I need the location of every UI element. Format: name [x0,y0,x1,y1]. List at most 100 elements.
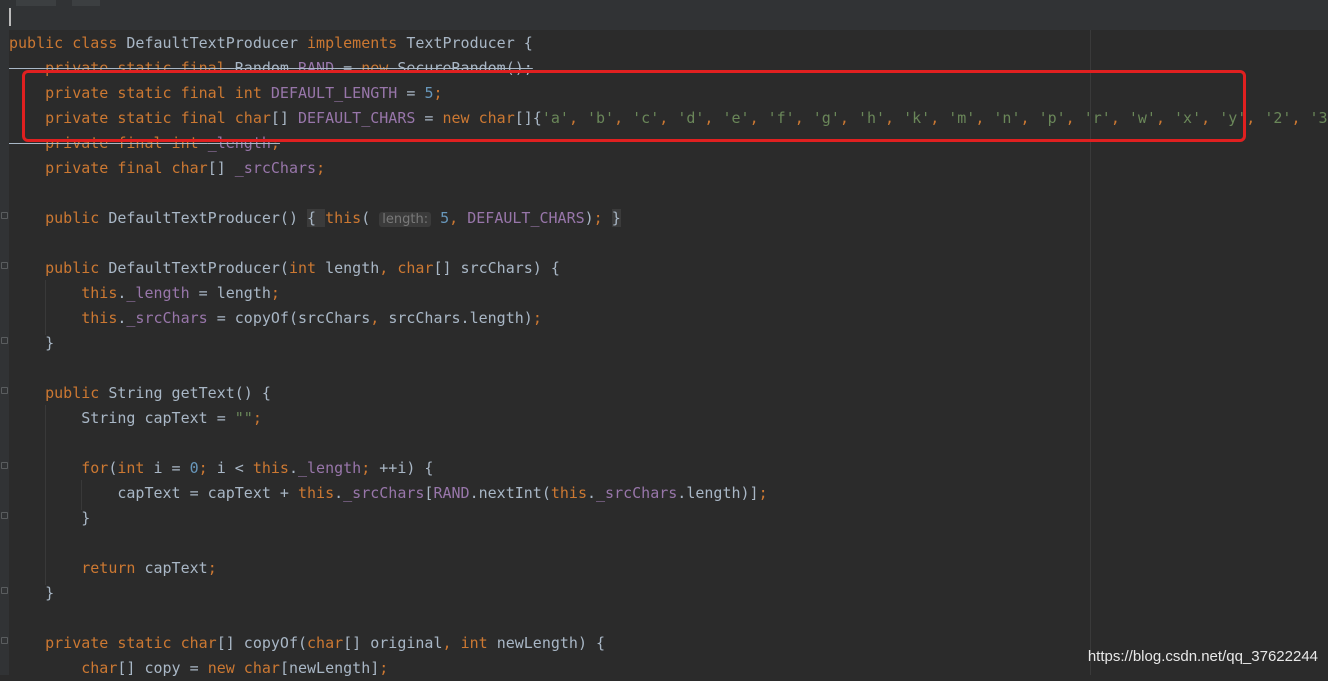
code-line[interactable] [9,606,1328,631]
code-token: int [289,259,325,277]
code-token: [] copy = [117,659,207,677]
editor-tab[interactable] [72,0,100,6]
code-token: new [361,59,397,77]
code-token: } [9,584,54,602]
code-token: 'c' [632,109,659,127]
code-token: , [704,109,722,127]
fold-icon[interactable] [1,587,8,594]
code-token [9,109,45,127]
code-editor[interactable]: public class DefaultTextProducer impleme… [9,31,1328,681]
parameter-hint: length: [379,212,431,227]
fold-icon[interactable] [1,462,8,469]
code-line[interactable]: for(int i = 0; i < this._length; ++i) { [9,456,1328,481]
code-token [9,459,81,477]
code-token [9,309,81,327]
code-token [9,134,45,152]
code-token: , [1111,109,1129,127]
code-line[interactable]: public String getText() { [9,381,1328,406]
code-token: _length [126,284,189,302]
code-token: private static final int [45,84,271,102]
code-line[interactable]: } [9,506,1328,531]
code-token: . [334,484,343,502]
code-line[interactable]: String capText = ""; [9,406,1328,431]
code-line[interactable]: public DefaultTextProducer(int length, c… [9,256,1328,281]
code-line[interactable]: this._length = length; [9,281,1328,306]
code-token [9,84,45,102]
code-token: , [885,109,903,127]
code-token: , [443,634,461,652]
code-line[interactable] [9,181,1328,206]
code-line[interactable]: } [9,581,1328,606]
code-token: char [181,634,217,652]
code-token: 'n' [993,109,1020,127]
code-line[interactable]: private final char[] _srcChars; [9,156,1328,181]
fold-icon[interactable] [1,262,8,269]
code-token: return [81,559,144,577]
code-token: , [795,109,813,127]
code-token [9,159,45,177]
code-token: 0 [190,459,199,477]
code-token: DEFAULT_CHARS [467,209,584,227]
code-token: private final int [45,134,208,152]
fold-icon[interactable] [1,337,8,344]
code-line[interactable]: private static final Random RAND = new S… [9,56,1328,81]
code-token: _length [298,459,361,477]
code-line[interactable]: private final int _length; [9,131,1328,156]
code-token [9,59,45,77]
code-line[interactable]: public DefaultTextProducer() { this( len… [9,206,1328,231]
code-line[interactable] [9,356,1328,381]
code-token: capText [144,559,207,577]
code-token: .length)] [677,484,758,502]
fold-icon[interactable] [1,512,8,519]
code-token: private static final char [45,109,271,127]
code-token: DEFAULT_CHARS [298,109,415,127]
code-token: , [569,109,587,127]
code-line[interactable]: private static final int DEFAULT_LENGTH … [9,81,1328,106]
code-token: ; [316,159,325,177]
code-token: _srcChars [126,309,207,327]
code-line[interactable] [9,431,1328,456]
code-token: for [81,459,108,477]
code-line[interactable]: private static final char[] DEFAULT_CHAR… [9,106,1328,131]
code-token: [] original [343,634,442,652]
code-line[interactable] [9,231,1328,256]
code-token [9,209,45,227]
code-token: ; [208,559,217,577]
fold-icon[interactable] [1,637,8,644]
code-token: , [1246,109,1264,127]
code-token: 'm' [948,109,975,127]
code-line[interactable]: this._srcChars = copyOf(srcChars, srcCha… [9,306,1328,331]
code-token: newLength) { [497,634,605,652]
code-token: 'w' [1129,109,1156,127]
editor-tab[interactable] [16,0,56,6]
code-token: _srcChars [235,159,316,177]
code-token: = [397,84,424,102]
code-token [9,659,81,677]
code-token: ; [361,459,379,477]
code-token: RAND [298,59,334,77]
code-line[interactable]: capText = capText + this._srcChars[RAND.… [9,481,1328,506]
code-token [9,284,81,302]
code-token: _srcChars [343,484,424,502]
code-token: , [1021,109,1039,127]
code-line[interactable]: return capText; [9,556,1328,581]
fold-icon[interactable] [1,212,8,219]
code-token: TextProducer { [406,34,532,52]
code-line[interactable]: } [9,331,1328,356]
code-token: _srcChars [596,484,677,502]
fold-icon[interactable] [1,387,8,394]
code-token: this [298,484,334,502]
code-token: , [840,109,858,127]
code-line[interactable]: public class DefaultTextProducer impleme… [9,31,1328,56]
code-line[interactable] [9,531,1328,556]
code-token: char [397,259,433,277]
code-token: 'g' [813,109,840,127]
code-token: srcChars.length) [388,309,533,327]
code-token: capText = capText + [9,484,298,502]
code-token: ; [271,134,280,152]
code-token: SecureRandom(); [397,59,532,77]
code-token: 'p' [1039,109,1066,127]
code-token: public [45,384,108,402]
folded-brace: { [307,209,325,227]
code-token: ( [361,209,379,227]
